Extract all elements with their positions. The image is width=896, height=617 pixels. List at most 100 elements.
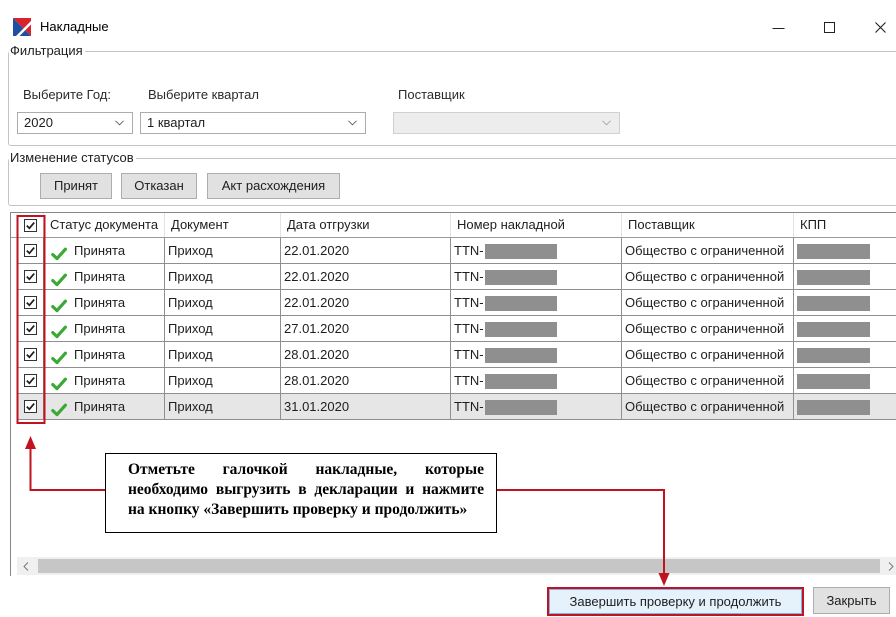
table-row[interactable]: Принята Приход 27.01.2020 TTN- Общество с ог…: [11, 316, 896, 342]
year-select[interactable]: 2020: [17, 112, 133, 134]
supplier-cell: Общество с ограниченной: [622, 290, 794, 316]
finish-check-button[interactable]: Завершить проверку и продолжить: [547, 587, 804, 616]
redacted-block: [797, 400, 870, 416]
title-bar[interactable]: Накладные: [0, 10, 896, 44]
check-icon: [51, 348, 67, 365]
supplier-cell: Общество с ограниченной: [622, 394, 794, 420]
shipment-date-cell: 22.01.2020: [281, 238, 451, 264]
row-checkbox[interactable]: [24, 296, 37, 309]
status-cell: Принята: [44, 316, 165, 342]
horizontal-scrollbar[interactable]: [17, 557, 896, 575]
app-logo-icon: [13, 18, 31, 36]
invoice-number-text: TTN-: [454, 243, 484, 258]
invoice-number-text: TTN-: [454, 269, 484, 284]
document-cell: Приход: [165, 290, 281, 316]
kpp-cell: [794, 264, 896, 290]
check-icon: [51, 244, 67, 261]
chevron-left-icon[interactable]: [17, 557, 34, 575]
accept-button[interactable]: Принят: [40, 173, 112, 199]
column-header-status[interactable]: Статус документа: [44, 213, 165, 237]
check-icon: [51, 322, 67, 339]
table-row[interactable]: Принята Приход 22.01.2020 TTN- Общество с ог…: [11, 290, 896, 316]
row-checkbox[interactable]: [24, 374, 37, 387]
row-checkbox-cell: [17, 368, 44, 394]
maximize-icon[interactable]: [814, 10, 844, 44]
redacted-block: [484, 270, 557, 286]
table-row[interactable]: Принята Приход 28.01.2020 TTN- Общество с ог…: [11, 342, 896, 368]
status-change-group-label: Изменение статусов: [9, 150, 136, 165]
quarter-select-value: 1 квартал: [147, 115, 206, 130]
redacted-block: [797, 296, 870, 312]
callout-line: необходимо выгрузить в декларации и нажм…: [128, 481, 484, 498]
column-header-kpp[interactable]: КПП: [794, 213, 896, 237]
redacted-block: [797, 322, 870, 338]
table-row[interactable]: Принята Приход 28.01.2020 TTN- Общество с ог…: [11, 368, 896, 394]
chevron-down-icon: [348, 120, 357, 126]
shipment-date-cell: 31.01.2020: [281, 394, 451, 420]
status-cell: Принята: [44, 368, 165, 394]
kpp-cell: [794, 290, 896, 316]
document-cell: Приход: [165, 342, 281, 368]
table-row[interactable]: Принята Приход 22.01.2020 TTN- Общество с ог…: [11, 264, 896, 290]
select-all-checkbox[interactable]: [24, 219, 37, 232]
chevron-down-icon: [115, 120, 124, 126]
reject-button[interactable]: Отказан: [121, 173, 197, 199]
chevron-right-icon[interactable]: [885, 557, 896, 575]
supplier-select[interactable]: [393, 112, 620, 134]
row-checkbox-cell: [17, 394, 44, 420]
invoice-number-text: TTN-: [454, 373, 484, 388]
shipment-date-cell: 28.01.2020: [281, 368, 451, 394]
kpp-cell: [794, 316, 896, 342]
invoice-number-cell: TTN-: [451, 290, 622, 316]
status-cell: Принята: [44, 290, 165, 316]
supplier-cell: Общество с ограниченной: [622, 264, 794, 290]
close-button[interactable]: Закрыть: [813, 587, 890, 614]
document-cell: Приход: [165, 394, 281, 420]
redacted-block: [797, 374, 870, 390]
redacted-block: [797, 348, 870, 364]
grid-header: Статус документа Документ Дата отгрузки …: [11, 213, 896, 238]
invoice-number-text: TTN-: [454, 321, 484, 336]
kpp-cell: [794, 394, 896, 420]
document-cell: Приход: [165, 264, 281, 290]
callout-line: Отметьте галочкой накладные, которые: [128, 461, 484, 478]
row-checkbox[interactable]: [24, 348, 37, 361]
row-checkbox[interactable]: [24, 322, 37, 335]
redacted-block: [484, 374, 557, 390]
document-cell: Приход: [165, 316, 281, 342]
supplier-cell: Общество с ограниченной: [622, 342, 794, 368]
status-cell: Принята: [44, 264, 165, 290]
window-title: Накладные: [40, 19, 109, 34]
invoice-number-text: TTN-: [454, 295, 484, 310]
column-header-supplier[interactable]: Поставщик: [622, 213, 794, 237]
row-checkbox[interactable]: [24, 400, 37, 413]
row-checkbox-cell: [17, 264, 44, 290]
discrepancy-act-button[interactable]: Акт расхождения: [207, 173, 340, 199]
row-checkbox[interactable]: [24, 270, 37, 283]
row-checkbox-cell: [17, 316, 44, 342]
check-icon: [51, 270, 67, 287]
year-select-value: 2020: [24, 115, 53, 130]
invoice-number-cell: TTN-: [451, 342, 622, 368]
redacted-block: [797, 244, 870, 260]
invoice-number-cell: TTN-: [451, 368, 622, 394]
redacted-block: [484, 296, 557, 312]
kpp-cell: [794, 342, 896, 368]
column-header-number[interactable]: Номер накладной: [451, 213, 622, 237]
kpp-cell: [794, 238, 896, 264]
select-all-header: [17, 213, 44, 237]
close-icon[interactable]: [865, 10, 895, 44]
shipment-date-cell: 22.01.2020: [281, 290, 451, 316]
shipment-date-cell: 28.01.2020: [281, 342, 451, 368]
chevron-down-icon: [602, 120, 611, 126]
check-icon: [51, 400, 67, 417]
redacted-block: [484, 348, 557, 364]
column-header-document[interactable]: Документ: [165, 213, 281, 237]
quarter-select[interactable]: 1 квартал: [140, 112, 366, 134]
scrollbar-thumb[interactable]: [38, 559, 880, 573]
column-header-date[interactable]: Дата отгрузки: [281, 213, 451, 237]
minimize-icon[interactable]: [763, 10, 793, 44]
row-checkbox[interactable]: [24, 244, 37, 257]
table-row[interactable]: Принята Приход 22.01.2020 TTN- Общество с ог…: [11, 238, 896, 264]
table-row[interactable]: Принята Приход 31.01.2020 TTN- Общество с ог…: [11, 394, 896, 420]
